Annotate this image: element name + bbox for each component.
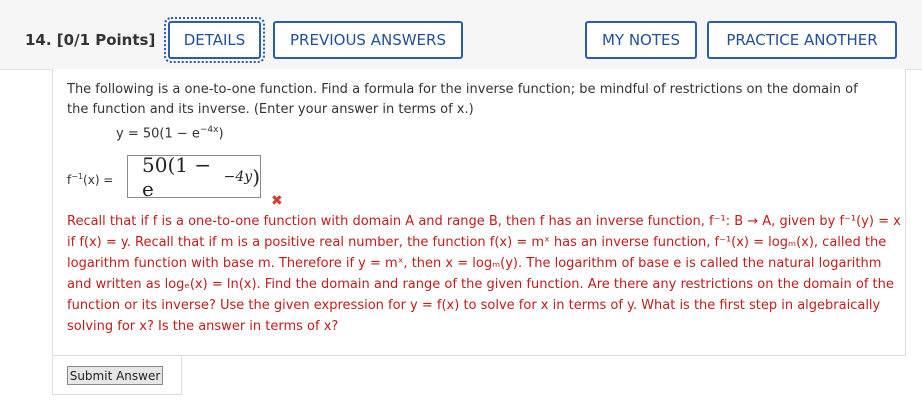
answer-label: f−1(x) = xyxy=(67,172,113,187)
question-number: 14. [0/1 Points] xyxy=(25,31,156,49)
practice-another-button[interactable]: PRACTICE ANOTHER xyxy=(707,21,897,59)
question-header: 14. [0/1 Points] DETAILS PREVIOUS ANSWER… xyxy=(0,0,922,70)
answer-label-exp: −1 xyxy=(71,172,84,181)
answer-value-main: 50(1 − e xyxy=(142,152,212,201)
answer-input[interactable]: 50(1 − e −4y) xyxy=(127,152,261,201)
details-button[interactable]: DETAILS xyxy=(164,17,265,63)
given-equation: y = 50(1 − e−4x) xyxy=(116,125,224,141)
answer-value-exp: −4y xyxy=(223,168,253,185)
previous-answers-button[interactable]: PREVIOUS ANSWERS xyxy=(273,21,463,59)
prompt-line-1: The following is a one-to-one function. … xyxy=(67,82,858,97)
problem-prompt: The following is a one-to-one function. … xyxy=(67,80,897,120)
equation-end: ) xyxy=(218,126,224,142)
feedback-text: Recall that if f is a one-to-one functio… xyxy=(67,214,901,334)
incorrect-icon: ✖ xyxy=(271,193,283,209)
equation-exponent: −4x xyxy=(199,125,219,135)
prompt-line-2: the function and its inverse. (Enter you… xyxy=(67,102,474,117)
submit-answer-button[interactable]: Submit Answer xyxy=(67,366,163,385)
answer-label-rest: (x) = xyxy=(83,173,114,187)
equation-base: y = 50(1 − e xyxy=(116,126,200,142)
my-notes-button[interactable]: MY NOTES xyxy=(585,21,697,59)
answer-value-end: ) xyxy=(252,164,260,189)
